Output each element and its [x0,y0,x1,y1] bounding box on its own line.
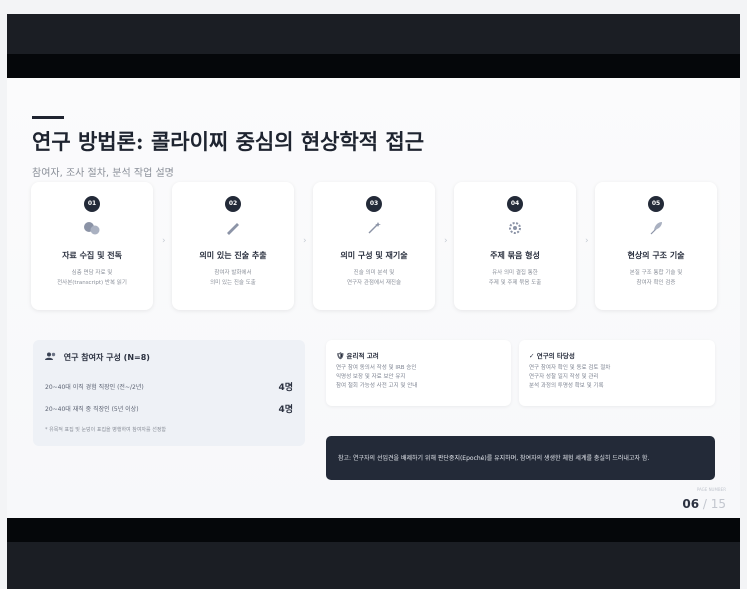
note-banner: 참고: 연구자의 선입견을 배제하기 위해 판단중지(Epoché)를 유지하며… [326,436,715,480]
page-caption: PAGE NUMBER [696,487,726,492]
presentation-slide: 연구 방법론: 콜라이찌 중심의 현상학적 접근 참여자, 조사 절차, 분석 … [7,78,740,518]
letterbox-top [7,54,740,78]
step-description: 유사 의미 결집 통한 주제 및 주제 묶음 도출 [488,270,542,286]
pen-icon [220,220,246,238]
step-description: 참여자 발화에서 의미 있는 진술 도출 [210,270,256,286]
chevron-right-icon: › [444,236,448,246]
step-number: 01 [84,196,100,212]
step-description: 진술 의미 분석 및 연구자 관점에서 재진술 [346,270,402,286]
step-card-2: 02 의미 있는 진술 추출 참여자 발화에서 의미 있는 진술 도출 [172,182,294,310]
step-card-1: 01 자료 수집 및 전독 심층 면담 자료 및 전사본(transcript) … [31,182,153,310]
participants-note: * 유목적 표집 및 눈덩이 표집을 병행하여 참여자를 선정함 [45,427,167,433]
ethics-icon: 🛡 [336,352,347,360]
step-description: 본질 구조 통합 기술 및 참여자 확인 검증 [629,270,683,286]
participant-count: 4명 [278,405,293,415]
participants-title: 연구 참여자 구성 (N=8) [45,352,150,363]
step-number: 04 [507,196,523,212]
validity-lines: 연구 참여자 확인 및 동료 검토 절차 연구자 성찰 일지 작성 및 관리 분… [529,365,611,389]
validity-box: ✓ 연구의 타당성 연구 참여자 확인 및 동료 검토 절차 연구자 성찰 일지… [519,340,715,406]
step-number: 03 [366,196,382,212]
ethics-lines: 연구 참여 동의서 작성 및 IRB 승인 익명성 보장 및 자료 보안 유지 … [336,365,418,389]
participant-group-label: 20~40대 이직 경험 직장인 (전~/2년) [45,384,144,391]
participants-panel: 연구 참여자 구성 (N=8) 20~40대 이직 경험 직장인 (전~/2년)… [33,340,305,446]
step-title: 주제 묶음 형성 [490,251,540,260]
step-title: 의미 있는 진술 추출 [199,251,267,260]
magic-wand-icon [361,220,387,238]
trust-icon: ✓ [529,352,537,360]
step-title: 현상의 구조 기술 [627,251,685,260]
chat-bubbles-icon [79,220,105,238]
people-icon [45,352,60,362]
page-number: 06 / 15 [682,497,726,511]
step-description: 심층 면담 자료 및 전사본(transcript) 반복 읽기 [57,270,127,286]
gear-icon [502,220,528,238]
chevron-right-icon: › [162,236,166,246]
participant-group-label: 20~40대 재직 중 직장인 (5년 이상) [45,406,139,413]
slide-subtitle: 참여자, 조사 절차, 분석 작업 설명 [32,168,174,179]
step-number: 05 [648,196,664,212]
step-number: 02 [225,196,241,212]
note-banner-text: 참고: 연구자의 선입견을 배제하기 위해 판단중지(Epoché)를 유지하며… [338,455,650,462]
participant-count: 4명 [278,383,293,393]
chevron-right-icon: › [303,236,307,246]
slide-title: 연구 방법론: 콜라이찌 중심의 현상학적 접근 [32,129,425,154]
step-card-3: 03 의미 구성 및 재기술 진술 의미 분석 및 연구자 관점에서 재진술 [313,182,435,310]
ethics-box: 🛡 윤리적 고려 연구 참여 동의서 작성 및 IRB 승인 익명성 보장 및 … [326,340,511,406]
letterbox-bottom [7,518,740,542]
step-card-5: 05 현상의 구조 기술 본질 구조 통합 기술 및 참여자 확인 검증 [595,182,717,310]
validity-title: ✓ 연구의 타당성 [529,352,575,360]
feather-icon [643,220,669,238]
step-title: 자료 수집 및 전독 [62,251,122,260]
chevron-right-icon: › [585,236,589,246]
step-title: 의미 구성 및 재기술 [340,251,408,260]
title-accent-line [32,116,64,119]
ethics-title: 🛡 윤리적 고려 [336,352,379,360]
step-card-4: 04 주제 묶음 형성 유사 의미 결집 통한 주제 및 주제 묶음 도출 [454,182,576,310]
